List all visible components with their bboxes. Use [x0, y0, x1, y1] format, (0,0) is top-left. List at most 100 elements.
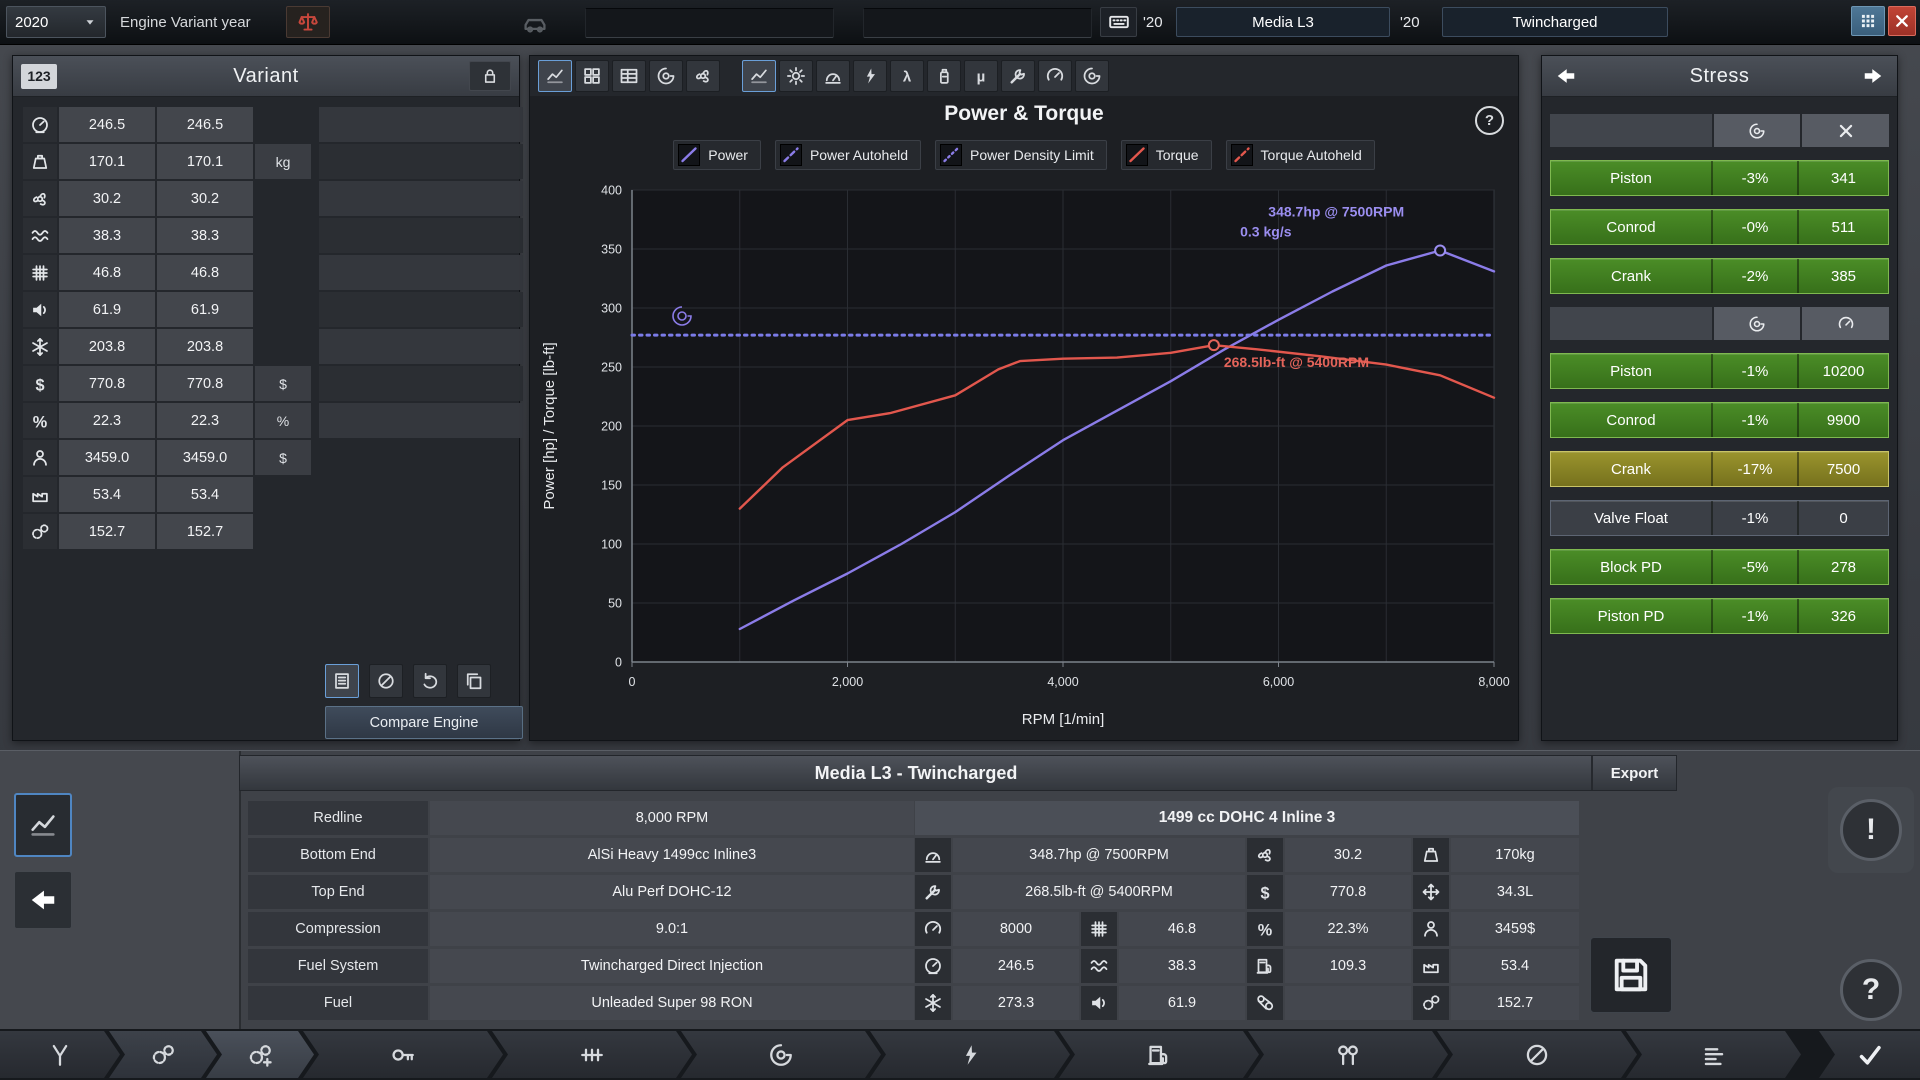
- help-circle-button[interactable]: ?: [1840, 959, 1902, 1021]
- tab-exhaust[interactable]: [1248, 1031, 1448, 1078]
- svg-text:250: 250: [601, 361, 622, 375]
- clone-button[interactable]: [457, 664, 491, 698]
- tab-fuel-system[interactable]: [1059, 1031, 1259, 1078]
- empty-compare-row: [319, 329, 523, 364]
- disable-button[interactable]: [369, 664, 403, 698]
- variant-unit: kg: [255, 144, 311, 179]
- close-button[interactable]: [1888, 6, 1916, 36]
- legend-power-density-limit[interactable]: Power Density Limit: [935, 140, 1107, 170]
- tab-results[interactable]: [1626, 1031, 1801, 1078]
- toolbar-split-view[interactable]: [575, 60, 609, 92]
- stat-engineering-time: 152.7: [1451, 986, 1579, 1020]
- variant-row-weight: 170.1170.1kg: [23, 144, 311, 179]
- legend-power[interactable]: Power: [673, 140, 761, 170]
- stress-percent: -17%: [1711, 452, 1797, 486]
- legend-torque-autoheld[interactable]: Torque Autoheld: [1226, 140, 1375, 170]
- tab-testing[interactable]: [1437, 1031, 1637, 1078]
- tab-bore-stroke[interactable]: [303, 1031, 503, 1078]
- weight-icon: [1421, 845, 1441, 865]
- rename-button[interactable]: [1100, 7, 1137, 37]
- stress-col-turbo: [1714, 307, 1800, 340]
- search-field-1[interactable]: [585, 8, 834, 38]
- boost-icon: [923, 956, 943, 976]
- save-button[interactable]: [1590, 937, 1672, 1013]
- fuel-system-icon: [1146, 1042, 1172, 1068]
- search-field-2[interactable]: [863, 8, 1092, 38]
- toolbar-graph-view[interactable]: [538, 60, 572, 92]
- prev-panel-button[interactable]: [1542, 56, 1590, 96]
- legend-torque[interactable]: Torque: [1121, 140, 1212, 170]
- lock-button[interactable]: [469, 61, 511, 91]
- spec-value: Unleaded Super 98 RON: [430, 986, 914, 1020]
- toolbar-table-view[interactable]: [612, 60, 646, 92]
- spec-row-fuel: FuelUnleaded Super 98 RON: [248, 986, 914, 1020]
- svg-text:300: 300: [601, 302, 622, 316]
- compare-scales-button[interactable]: [286, 6, 330, 38]
- tab-ignition[interactable]: [870, 1031, 1070, 1078]
- warning-button[interactable]: !: [1840, 799, 1902, 861]
- engine-size-icon: [1421, 882, 1441, 902]
- next-panel-button[interactable]: [1849, 56, 1897, 96]
- variant-count-badge[interactable]: 123: [21, 64, 57, 89]
- spec-label: Compression: [248, 912, 428, 946]
- toolbar-rpm-graph[interactable]: [1038, 60, 1072, 92]
- empty-compare-row: [319, 403, 523, 438]
- toolbar-heat-graph[interactable]: [779, 60, 813, 92]
- tab-bottom-end[interactable]: [109, 1031, 217, 1078]
- empty-compare-row: [319, 255, 523, 290]
- knock-icon: [1089, 919, 1109, 939]
- stress-row-crank: Crank-2%385: [1550, 258, 1889, 294]
- grid-menu-icon: [1859, 12, 1877, 30]
- stat-icon-cell: $: [1247, 875, 1283, 909]
- help-button[interactable]: ?: [1475, 106, 1504, 135]
- toolbar-power-torque-graph[interactable]: [742, 60, 776, 92]
- toolbar-boost-graph[interactable]: [1075, 60, 1109, 92]
- toolbar-afr-graph[interactable]: λ: [890, 60, 924, 92]
- stat-icon-cell: [915, 875, 951, 909]
- spec-label: Redline: [248, 801, 428, 835]
- svg-text:4,000: 4,000: [1047, 675, 1078, 689]
- svg-text:150: 150: [601, 479, 622, 493]
- family-name-field[interactable]: Media L3: [1176, 7, 1390, 37]
- designer-tabs: [0, 1031, 1790, 1078]
- legend-power-autoheld[interactable]: Power Autoheld: [775, 140, 921, 170]
- menu-grid-button[interactable]: [1851, 6, 1885, 36]
- smoothness-icon: [1089, 956, 1109, 976]
- dyno-view-button[interactable]: [14, 793, 72, 857]
- undo-button[interactable]: [413, 664, 447, 698]
- tab-pistons[interactable]: [492, 1031, 692, 1078]
- toolbar-friction-graph[interactable]: µ: [964, 60, 998, 92]
- export-button[interactable]: Export: [1591, 756, 1676, 790]
- engine-variant-year-dropdown[interactable]: 2020: [6, 6, 106, 38]
- engineering-time-icon: [1421, 993, 1441, 1013]
- notes-button[interactable]: [325, 664, 359, 698]
- compare-engine-button[interactable]: Compare Engine: [325, 706, 523, 739]
- variant-value-current: 3459.0: [59, 440, 155, 475]
- variant-unit: $: [255, 440, 311, 475]
- fuel-consumption-icon: [1255, 956, 1275, 976]
- torque-icon: [923, 882, 943, 902]
- tab-family[interactable]: [0, 1031, 120, 1078]
- floppy-icon: [1609, 953, 1653, 997]
- toolbar-gauge-graph[interactable]: [816, 60, 850, 92]
- stat-icon-cell: [915, 949, 951, 983]
- tab-aspiration[interactable]: [681, 1031, 881, 1078]
- variant-name-field[interactable]: Twincharged: [1442, 7, 1668, 37]
- app-root: 2020 Engine Variant year '20 Media L3 '2…: [0, 0, 1920, 1080]
- variant-value-current: 61.9: [59, 292, 155, 327]
- ignition-icon: [957, 1042, 983, 1068]
- toolbar-fuel-graph[interactable]: [927, 60, 961, 92]
- toolbar-boost-view[interactable]: [649, 60, 683, 92]
- svg-text:%: %: [1258, 921, 1273, 939]
- toolbar-service-graph[interactable]: [1001, 60, 1035, 92]
- summary-title-bar: Media L3 - Twincharged Export: [239, 755, 1677, 791]
- back-button[interactable]: [14, 871, 72, 929]
- variant-row-icon-cell: [23, 255, 57, 290]
- toolbar-airflow-view[interactable]: [686, 60, 720, 92]
- split-view-icon: [582, 66, 602, 86]
- stats-row: 273.361.9152.7: [915, 986, 1579, 1020]
- tab-top-end[interactable]: [206, 1031, 314, 1078]
- stress-label: Piston: [1551, 161, 1711, 195]
- tab-confirm[interactable]: [1819, 1031, 1920, 1078]
- toolbar-ignition-graph[interactable]: [853, 60, 887, 92]
